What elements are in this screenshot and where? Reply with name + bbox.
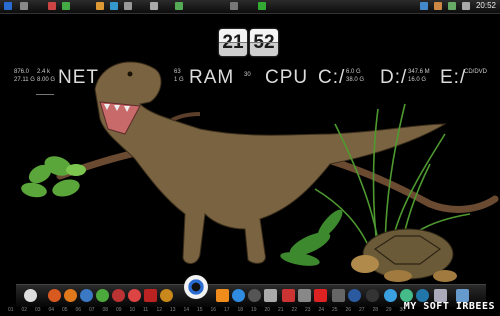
dock-number-label: 24 bbox=[318, 307, 325, 313]
app-icon[interactable] bbox=[232, 289, 245, 302]
app-icon[interactable] bbox=[332, 289, 345, 302]
app-icon[interactable] bbox=[384, 289, 397, 302]
start-icon[interactable] bbox=[4, 2, 12, 10]
app-icon[interactable] bbox=[62, 2, 70, 10]
cpu-label: CPU bbox=[265, 67, 309, 88]
dock-number-label: 08 bbox=[102, 307, 109, 313]
tray-icon[interactable] bbox=[420, 2, 428, 10]
tray-icon[interactable] bbox=[434, 2, 442, 10]
dock-number-label: 25 bbox=[332, 307, 338, 313]
dock-number-label: 13 bbox=[170, 307, 176, 313]
drive-d-label: D:/ bbox=[380, 67, 408, 88]
flip-clock: 21 52 bbox=[219, 29, 278, 56]
ram-size: 1 G bbox=[174, 77, 184, 83]
app-icon[interactable] bbox=[96, 2, 104, 10]
dock-number-label: 05 bbox=[62, 307, 68, 313]
app-icon[interactable] bbox=[48, 2, 56, 10]
vlc-icon[interactable] bbox=[216, 289, 229, 302]
drive-c-used: 6.0 G bbox=[346, 69, 361, 75]
drive-e-label: E:/ bbox=[440, 67, 467, 88]
net-up-value: 27.11 G bbox=[14, 77, 35, 83]
system-monitor: 876.0 2.4 k 27.11 G 8.00 G NET 63 1 G RA… bbox=[0, 63, 500, 95]
dock-number-label: 15 bbox=[197, 307, 203, 313]
cpu-percent: 30 bbox=[244, 72, 251, 78]
drive-d-total: 16.0 G bbox=[408, 77, 427, 83]
dock-number-label: 02 bbox=[21, 307, 28, 313]
dock-number-label: 28 bbox=[372, 307, 379, 313]
app-icon[interactable] bbox=[298, 289, 311, 302]
net-graph bbox=[36, 85, 54, 95]
dock-number-label: 10 bbox=[129, 307, 136, 313]
app-icon[interactable] bbox=[282, 289, 295, 302]
dock-number-label: 19 bbox=[251, 307, 257, 313]
dock-number-label: 09 bbox=[116, 307, 122, 313]
dock-number-label: 17 bbox=[224, 307, 230, 313]
app-icon[interactable] bbox=[124, 2, 132, 10]
dock-number-label: 18 bbox=[237, 307, 244, 313]
firefox-icon[interactable] bbox=[64, 289, 77, 302]
chrome-icon[interactable] bbox=[96, 289, 109, 302]
net-down-unit: 2.4 k bbox=[37, 69, 51, 75]
dock-number-label: 14 bbox=[183, 307, 190, 313]
dock-number-label: 20 bbox=[264, 307, 271, 313]
clock-app-icon[interactable] bbox=[24, 289, 37, 302]
app-icon[interactable] bbox=[20, 2, 28, 10]
filezilla-icon[interactable] bbox=[144, 289, 157, 302]
net-down-value: 876.0 bbox=[14, 69, 30, 75]
ubuntu-icon[interactable] bbox=[48, 289, 61, 302]
app-icon[interactable] bbox=[175, 2, 183, 10]
top-taskbar: 20:52 bbox=[0, 0, 500, 14]
dock-number-label: 06 bbox=[75, 307, 82, 313]
app-icon[interactable] bbox=[128, 289, 141, 302]
drive-c-total: 38.0 G bbox=[346, 77, 365, 83]
globe-icon[interactable] bbox=[80, 289, 93, 302]
dock-number-label: 16 bbox=[210, 307, 217, 313]
net-up-unit: 8.00 G bbox=[37, 77, 56, 83]
dock-number-label: 23 bbox=[305, 307, 311, 313]
dock-number-label: 22 bbox=[291, 307, 298, 313]
app-icon[interactable] bbox=[258, 2, 266, 10]
app-icon[interactable] bbox=[110, 2, 118, 10]
app-icon[interactable] bbox=[150, 2, 158, 10]
dock-number-label: 27 bbox=[359, 307, 365, 313]
tray-icon[interactable] bbox=[462, 2, 470, 10]
dock-number-label: 26 bbox=[345, 307, 352, 313]
app-icon[interactable] bbox=[366, 289, 379, 302]
clock-hours: 21 bbox=[219, 29, 247, 56]
ram-percent: 63 bbox=[174, 69, 181, 75]
system-clock[interactable]: 20:52 bbox=[476, 1, 496, 10]
desktop: 21 52 876.0 2.4 k 27.11 G 8.00 G NET 63 … bbox=[0, 14, 500, 284]
dock-number-label: 07 bbox=[89, 307, 95, 313]
ram-label: RAM bbox=[189, 67, 235, 88]
fern-shape bbox=[280, 209, 343, 266]
tortoise-shape bbox=[351, 228, 457, 282]
net-label: NET bbox=[58, 67, 99, 88]
dock-number-label: 01 bbox=[8, 307, 14, 313]
drive-d-used: 347.6 M bbox=[408, 69, 430, 75]
leaves-shape bbox=[21, 156, 86, 198]
dock-number-label: 12 bbox=[156, 307, 163, 313]
clock-minutes: 52 bbox=[250, 29, 278, 56]
dock-number-label: 04 bbox=[48, 307, 55, 313]
eye-icon[interactable] bbox=[184, 275, 208, 299]
drive-e-info: CD/DVD bbox=[464, 69, 488, 75]
dock-number-label: 03 bbox=[35, 307, 41, 313]
drive-c-label: C:/ bbox=[318, 67, 346, 88]
dock-number-label: 11 bbox=[143, 307, 149, 313]
app-icon[interactable] bbox=[248, 289, 261, 302]
app-icon[interactable] bbox=[348, 289, 361, 302]
dock-number-label: 29 bbox=[386, 307, 392, 313]
app-icon[interactable] bbox=[160, 289, 173, 302]
tools-icon[interactable] bbox=[264, 289, 277, 302]
tray-icon[interactable] bbox=[448, 2, 456, 10]
dock-number-label: 21 bbox=[278, 307, 284, 313]
app-icon[interactable] bbox=[112, 289, 125, 302]
app-icon[interactable] bbox=[230, 2, 238, 10]
app-icon[interactable] bbox=[314, 289, 327, 302]
watermark-text: MY SOFT IRBEES bbox=[403, 301, 495, 312]
